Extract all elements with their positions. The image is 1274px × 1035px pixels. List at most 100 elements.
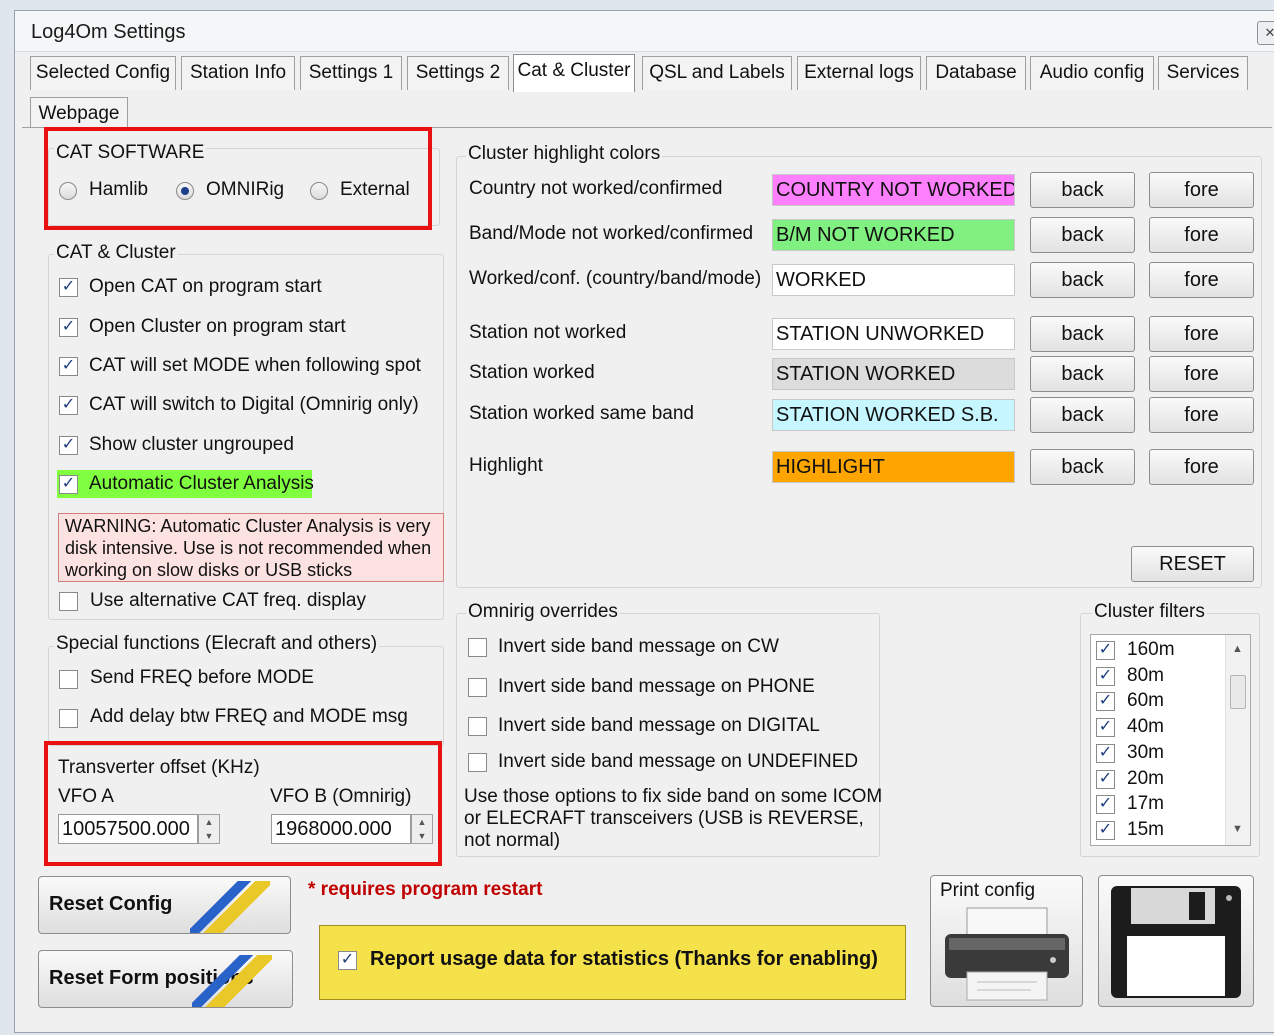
tab-settings-2[interactable]: Settings 2 (407, 56, 509, 90)
band-filter-label: 20m (1127, 767, 1164, 789)
highlight-sample: STATION UNWORKED (772, 318, 1015, 350)
band-filter-checkbox[interactable]: ✓ (1096, 820, 1115, 840)
back-color-button[interactable]: back (1030, 172, 1135, 208)
tab-webpage[interactable]: Webpage (30, 97, 128, 131)
highlight-row-label: Country not worked/confirmed (469, 178, 723, 199)
print-config-button[interactable]: Print config (930, 875, 1083, 1007)
band-filter-checkbox[interactable]: ✓ (1096, 641, 1115, 660)
cat-option-checkbox[interactable]: ✓ (59, 357, 78, 376)
band-filter-checkbox[interactable]: ✓ (1096, 769, 1115, 789)
reset-form-button[interactable]: Reset Form positions (38, 950, 293, 1008)
omnirig-option-label: Invert side band message on DIGITAL (498, 715, 820, 736)
usage-stats-checkbox[interactable]: ✓ (338, 951, 357, 970)
band-filter-checkbox[interactable]: ✓ (1096, 795, 1115, 815)
cat-option-checkbox[interactable]: ✓ (59, 278, 78, 297)
cat-option-checkbox[interactable]: ✓ (59, 396, 78, 415)
fore-color-button[interactable]: fore (1149, 217, 1254, 253)
reset-config-label: Reset Config (49, 893, 173, 915)
omnirig-checkbox[interactable] (468, 638, 487, 657)
save-button[interactable] (1098, 875, 1254, 1007)
band-filter-label: 160m (1127, 639, 1175, 660)
omnirig-title: Omnirig overrides (466, 601, 620, 623)
cat-cluster-title: CAT & Cluster (54, 242, 178, 264)
print-config-label: Print config (940, 880, 1036, 901)
back-color-button[interactable]: back (1030, 262, 1135, 298)
back-color-button[interactable]: back (1030, 316, 1135, 352)
tab-audio-config[interactable]: Audio config (1030, 56, 1154, 90)
scroll-thumb[interactable] (1230, 675, 1246, 709)
omnirig-option-label: Invert side band message on CW (498, 636, 779, 657)
band-filter-label: 30m (1127, 741, 1164, 763)
band-filter-checkbox[interactable]: ✓ (1096, 718, 1115, 738)
scroll-down-icon[interactable]: ▼ (1232, 823, 1243, 835)
highlight-row-label: Station not worked (469, 322, 627, 343)
add-delay-checkbox[interactable] (59, 709, 78, 728)
send-freq-checkbox[interactable] (59, 670, 78, 689)
fore-color-button[interactable]: fore (1149, 172, 1254, 208)
tab-cat-cluster[interactable]: Cat & Cluster (513, 54, 635, 92)
cat-option-checkbox[interactable]: ✓ (59, 318, 78, 337)
omnirig-checkbox[interactable] (468, 678, 487, 697)
omnirig-checkbox[interactable] (468, 753, 487, 772)
band-filter-label: 60m (1127, 690, 1164, 712)
tab-selected-config[interactable]: Selected Config (30, 56, 176, 90)
restart-note: * requires program restart (308, 879, 543, 900)
band-filter-label: 17m (1127, 793, 1164, 815)
disk-warning: WARNING: Automatic Cluster Analysis is v… (58, 513, 444, 582)
transverter-highlight-frame (44, 741, 442, 866)
band-list-scrollbar[interactable]: ▲ ▼ (1225, 635, 1250, 845)
reset-colors-button[interactable]: RESET (1131, 546, 1254, 582)
band-filter-checkbox[interactable]: ✓ (1096, 692, 1115, 712)
cluster-filters-title: Cluster filters (1092, 601, 1207, 623)
alt-display-checkbox[interactable] (59, 592, 78, 611)
window-title: Log4Om Settings (31, 21, 186, 43)
cat-option-checkbox[interactable]: ✓ (59, 436, 78, 455)
cat-option-label: Open CAT on program start (89, 276, 322, 297)
tab-services[interactable]: Services (1158, 56, 1248, 90)
printer-icon (945, 907, 1069, 1001)
tab-qsl-and-labels[interactable]: QSL and Labels (642, 56, 792, 90)
highlight-row-label: Highlight (469, 455, 543, 476)
band-filter-list[interactable]: ✓ 160m ✓ 80m ✓ 60m ✓ 40m ✓ 30m ✓ 20m ✓ 17m ✓ 15m ▲ ▼ (1090, 634, 1251, 846)
highlight-row-label: Station worked same band (469, 403, 694, 424)
fore-color-button[interactable]: fore (1149, 397, 1254, 433)
close-icon[interactable]: ✕ (1257, 21, 1274, 45)
tab-station-info[interactable]: Station Info (181, 56, 295, 90)
omnirig-note-line2: or ELECRAFT transceivers (USB is REVERSE… (464, 808, 864, 829)
fore-color-button[interactable]: fore (1149, 316, 1254, 352)
band-filter-label: 15m (1127, 818, 1164, 840)
omnirig-option-label: Invert side band message on PHONE (498, 676, 815, 697)
alt-display-label: Use alternative CAT freq. display (90, 590, 366, 611)
cat-option-label: Automatic Cluster Analysis (89, 473, 314, 494)
band-filter-checkbox[interactable]: ✓ (1096, 666, 1115, 686)
cat-option-label: CAT will set MODE when following spot (89, 355, 421, 376)
scroll-up-icon[interactable]: ▲ (1232, 643, 1243, 655)
tab-external-logs[interactable]: External logs (797, 56, 921, 90)
usage-stats-panel: ✓ Report usage data for statistics (Than… (319, 925, 906, 1000)
back-color-button[interactable]: back (1030, 217, 1135, 253)
cat-option-label: Show cluster ungrouped (89, 434, 294, 455)
cat-option-checkbox[interactable]: ✓ (59, 475, 78, 494)
back-color-button[interactable]: back (1030, 397, 1135, 433)
title-bar: Log4Om Settings ✕ (15, 11, 1274, 52)
tab-database[interactable]: Database (926, 56, 1026, 90)
cat-option-label: CAT will switch to Digital (Omnirig only… (89, 394, 419, 415)
omnirig-checkbox[interactable] (468, 717, 487, 736)
pencil-icon (190, 881, 270, 933)
back-color-button[interactable]: back (1030, 356, 1135, 392)
band-filter-label: 80m (1127, 664, 1164, 686)
fore-color-button[interactable]: fore (1149, 262, 1254, 298)
highlight-sample: WORKED (772, 264, 1015, 296)
omnirig-note-line3: not normal) (464, 830, 561, 851)
band-filter-checkbox[interactable]: ✓ (1096, 743, 1115, 763)
back-color-button[interactable]: back (1030, 449, 1135, 485)
tab-settings-1[interactable]: Settings 1 (300, 56, 402, 90)
send-freq-label: Send FREQ before MODE (90, 667, 314, 688)
add-delay-label: Add delay btw FREQ and MODE msg (90, 706, 408, 727)
highlight-sample: HIGHLIGHT (772, 451, 1015, 483)
fore-color-button[interactable]: fore (1149, 356, 1254, 392)
highlight-sample: COUNTRY NOT WORKED (772, 174, 1015, 206)
fore-color-button[interactable]: fore (1149, 449, 1254, 485)
floppy-disk-icon (1111, 886, 1241, 998)
reset-config-button[interactable]: Reset Config (38, 876, 291, 934)
